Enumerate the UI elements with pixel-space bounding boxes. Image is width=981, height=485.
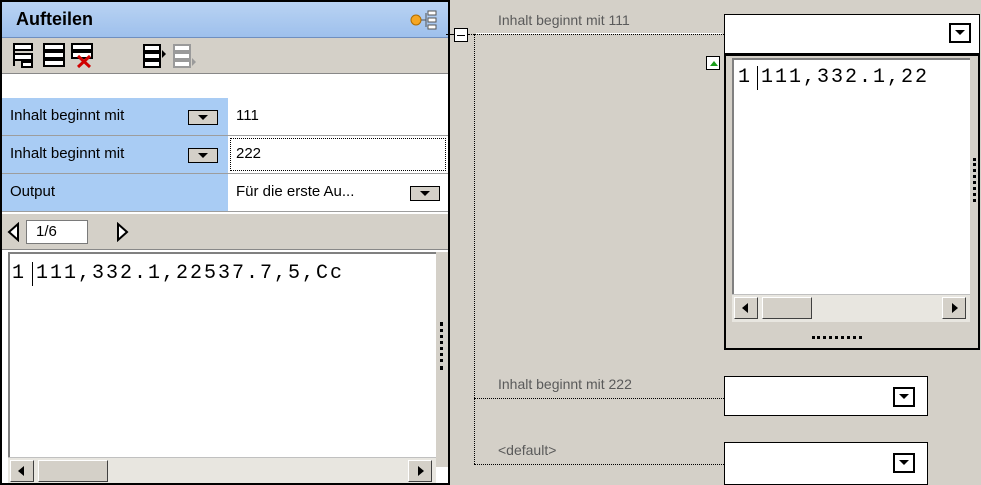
panel-toolbar xyxy=(2,38,448,74)
text-cursor xyxy=(757,66,758,90)
grip-dots xyxy=(973,158,976,202)
grip-dots xyxy=(440,322,443,370)
condition-label-cell: Inhalt beginnt mit xyxy=(2,98,228,135)
branch-1: Inhalt beginnt mit 111 xyxy=(476,12,722,34)
chevron-down-icon[interactable] xyxy=(893,387,915,407)
move-up-icon[interactable] xyxy=(140,41,168,69)
scroll-right-icon[interactable] xyxy=(408,460,432,482)
output-line: 111,332.1,22 xyxy=(761,66,930,89)
condition-label-cell: Inhalt beginnt mit xyxy=(2,136,228,173)
expand-icon[interactable] xyxy=(706,56,720,70)
condition-value-field[interactable]: 222 xyxy=(228,136,448,173)
chevron-down-icon[interactable] xyxy=(410,186,440,201)
text-cursor xyxy=(32,262,33,286)
connector-line xyxy=(446,34,454,35)
grip-dots xyxy=(812,336,862,339)
branch-line xyxy=(474,398,724,399)
add-condition-icon[interactable] xyxy=(10,41,38,69)
delete-condition-icon[interactable] xyxy=(68,41,96,69)
branch-line xyxy=(474,34,724,35)
condition-value: 222 xyxy=(236,145,262,162)
scroll-right-icon[interactable] xyxy=(942,297,966,319)
output-label: Output xyxy=(10,183,56,200)
branch-label: <default> xyxy=(498,442,557,458)
scroll-thumb[interactable] xyxy=(38,460,108,482)
branch-trunk xyxy=(474,34,475,464)
branch-default-target-select[interactable] xyxy=(724,442,928,485)
previous-icon[interactable] xyxy=(6,222,22,242)
branch-label: Inhalt beginnt mit 111 xyxy=(498,12,630,28)
resize-handle[interactable] xyxy=(436,252,448,467)
preview-pager: 1/6 xyxy=(2,214,448,250)
condition-label: Inhalt beginnt mit xyxy=(10,107,125,124)
chevron-down-icon[interactable] xyxy=(893,453,915,473)
preview-text-area[interactable]: 1 111,332.1,22537.7,5,Cc xyxy=(8,252,436,457)
output-value: Für die erste Au... xyxy=(236,183,355,200)
branch-2-target-select[interactable] xyxy=(724,376,928,416)
resize-handle[interactable] xyxy=(970,58,980,338)
scroll-left-icon[interactable] xyxy=(10,460,34,482)
line-number: 1 xyxy=(738,66,751,89)
branch-line xyxy=(474,464,724,465)
chevron-down-icon[interactable] xyxy=(949,23,971,43)
chevron-down-icon[interactable] xyxy=(188,110,218,125)
insert-condition-icon[interactable] xyxy=(40,41,68,69)
condition-value-field[interactable]: 111 xyxy=(228,98,448,135)
branch-default: <default> xyxy=(476,442,722,464)
panel-title: Aufteilen xyxy=(16,9,94,29)
preview-line: 111,332.1,22537.7,5,Cc xyxy=(36,262,345,285)
horizontal-scrollbar[interactable] xyxy=(8,457,436,483)
chevron-down-icon[interactable] xyxy=(188,148,218,163)
output-row: Output Für die erste Au... xyxy=(2,174,448,212)
output-select[interactable]: Für die erste Au... xyxy=(228,174,448,211)
scroll-left-icon[interactable] xyxy=(734,297,758,319)
page-indicator-text: 1/6 xyxy=(36,223,57,240)
condition-label: Inhalt beginnt mit xyxy=(10,145,125,162)
panel-titlebar: Aufteilen xyxy=(2,2,448,38)
page-indicator: 1/6 xyxy=(26,220,88,244)
line-number: 1 xyxy=(12,262,25,285)
output-preview-area[interactable]: 1 111,332.1,22 xyxy=(732,58,970,294)
split-panel: Aufteilen Inhalt beginnt mit 111 Inhalt … xyxy=(0,0,450,485)
scroll-thumb[interactable] xyxy=(762,297,812,319)
output-horizontal-scrollbar[interactable] xyxy=(732,294,970,322)
condition-row-2: Inhalt beginnt mit 222 xyxy=(2,136,448,174)
condition-value: 111 xyxy=(236,107,259,124)
branch-label: Inhalt beginnt mit 222 xyxy=(498,376,632,392)
branch-1-target-select[interactable] xyxy=(724,14,980,54)
branch-2: Inhalt beginnt mit 222 xyxy=(476,376,722,398)
collapse-icon[interactable] xyxy=(454,28,468,42)
output-label-cell: Output xyxy=(2,174,228,211)
condition-row-1: Inhalt beginnt mit 111 xyxy=(2,98,448,136)
tree-icon[interactable] xyxy=(410,10,438,30)
move-down-icon xyxy=(173,44,196,68)
next-icon[interactable] xyxy=(114,222,130,242)
